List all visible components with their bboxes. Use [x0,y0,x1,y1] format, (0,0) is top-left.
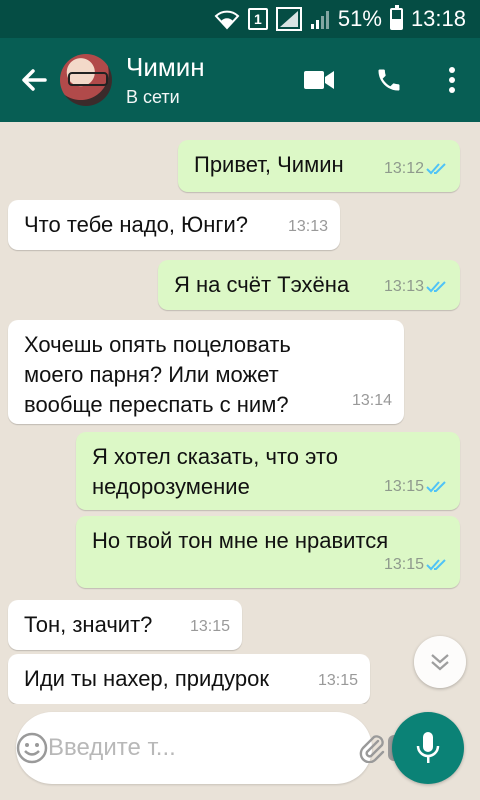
back-arrow-icon [22,69,47,91]
contact-info[interactable]: Чимин В сети [126,52,284,108]
message-text: Что тебе надо, Юнги? [24,212,248,237]
message-text-line: моего парня? Или может [24,362,279,387]
scroll-to-bottom-button[interactable] [414,636,466,688]
message-text: Привет, Чимин [194,152,344,177]
clock: 13:18 [410,6,466,31]
message-bubble[interactable]: Я на счёт Тэхёна 13:13 [158,260,460,310]
wifi-icon [214,8,240,30]
double-check-icon [426,481,446,493]
avatar[interactable] [60,54,112,106]
video-call-icon [304,71,334,89]
message-bubble[interactable]: Что тебе надо, Юнги? 13:13 [8,200,340,250]
phone-call-icon [378,69,400,91]
more-vert-icon [449,67,455,93]
battery-percent: 51% [337,6,382,31]
message-time: 13:15 [383,556,424,573]
contact-name: Чимин [126,52,205,82]
message-text-line: Хочешь опять поцеловать [24,332,291,357]
message-bubble[interactable]: Я хотел сказать, что это недорозумение 1… [76,432,460,510]
message-list[interactable]: Привет, Чимин 13:12 Что тебе надо, Юнги?… [0,122,480,704]
video-call-button[interactable] [284,38,354,122]
voice-message-button[interactable] [392,712,464,784]
microphone-icon [416,732,440,763]
battery-icon [389,5,403,30]
message-time: 13:15 [189,618,230,635]
more-options-button[interactable] [424,38,480,122]
attach-button[interactable] [358,712,386,784]
back-button[interactable] [8,38,60,122]
message-text: Я на счёт Тэхёна [174,272,350,297]
chat-header: Чимин В сети [0,38,480,122]
message-time: 13:13 [287,218,328,235]
message-text-line: Я хотел сказать, что это [92,444,338,469]
message-text: Тон, значит? [24,612,153,637]
double-chevron-down-icon [431,654,449,671]
message-text-line: вообще переспать с ним? [24,392,289,417]
message-composer [16,712,418,784]
message-time: 13:15 [317,672,358,689]
message-bubble[interactable]: Тон, значит? 13:15 [8,600,242,650]
message-time: 13:15 [383,478,424,495]
cell-signal-icon [310,8,330,30]
message-text: Но твой тон мне не нравится [92,528,389,553]
message-time: 13:12 [383,160,424,177]
voice-call-button[interactable] [354,38,424,122]
signal-icon [275,7,302,31]
double-check-icon [426,559,446,571]
message-bubble[interactable]: Но твой тон мне не нравится 13:15 [76,516,460,588]
sim-icon: 1 [247,8,268,30]
contact-status: В сети [126,87,180,107]
double-check-icon [426,163,446,175]
message-time: 13:13 [383,278,424,295]
double-check-icon [426,281,446,293]
message-bubble[interactable]: Хочешь опять поцеловать моего парня? Или… [8,320,404,424]
message-bubble[interactable]: Иди ты нахер, придурок 13:15 [8,654,370,704]
message-input[interactable] [48,712,358,784]
emoji-button[interactable] [16,712,48,784]
message-time: 13:14 [351,392,392,409]
message-bubble[interactable]: Привет, Чимин 13:12 [178,140,460,192]
emoji-icon [16,732,48,764]
paperclip-icon [359,735,385,763]
status-bar: 1 51% 13:18 [0,0,480,38]
message-text: Иди ты нахер, придурок [24,666,270,691]
